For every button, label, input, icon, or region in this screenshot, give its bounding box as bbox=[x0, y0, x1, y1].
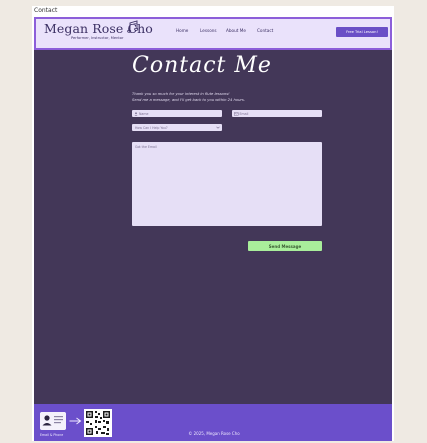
music-note-icon bbox=[127, 20, 139, 33]
message-placeholder: Got the Email bbox=[135, 145, 157, 149]
page-title: Contact Me bbox=[132, 53, 272, 78]
name-placeholder: Name bbox=[139, 111, 149, 116]
send-message-button[interactable]: Send Message bbox=[248, 241, 322, 251]
frame-title: Contact bbox=[34, 7, 58, 14]
mail-icon bbox=[234, 111, 239, 116]
tagline: Performer, Instructor, Mentor bbox=[71, 36, 124, 40]
copyright: © 2025, Megan Rose Cho bbox=[188, 431, 240, 436]
chevron-down-icon bbox=[216, 126, 220, 129]
email-placeholder: Email bbox=[239, 111, 249, 116]
user-icon bbox=[134, 111, 138, 116]
site-header: Megan Rose Cho Performer, Instructor, Me… bbox=[34, 17, 392, 50]
intro-line-2: Send me a message, and I'll get back to … bbox=[132, 98, 246, 102]
card-label: Email & Phone bbox=[40, 433, 64, 437]
nav-lessons[interactable]: Lessons bbox=[200, 28, 217, 33]
help-select-value: How Can I Help You? bbox=[135, 125, 168, 130]
message-textarea[interactable]: Got the Email bbox=[132, 142, 322, 226]
nav-contact[interactable]: Contact bbox=[257, 28, 273, 33]
intro-line-1: Thank you so much for your interest in f… bbox=[132, 92, 230, 96]
free-trial-button[interactable]: Free Trial Lesson! bbox=[336, 27, 388, 37]
name-field[interactable]: Name bbox=[132, 110, 222, 117]
email-field[interactable]: Email bbox=[232, 110, 322, 117]
contact-page: Megan Rose Cho Performer, Instructor, Me… bbox=[34, 17, 392, 441]
nav-about-me[interactable]: About Me bbox=[226, 28, 246, 33]
browser-frame: Contact Megan Rose Cho Performer, Instru… bbox=[32, 6, 394, 441]
arrow-right-icon bbox=[69, 417, 82, 425]
nav-home[interactable]: Home bbox=[176, 28, 188, 33]
help-select[interactable]: How Can I Help You? bbox=[132, 124, 222, 131]
contact-card-icon[interactable] bbox=[40, 412, 66, 430]
qr-code-icon[interactable] bbox=[84, 409, 112, 437]
site-footer: Email & Phone © 2025, Megan Rose Cho bbox=[34, 404, 392, 441]
